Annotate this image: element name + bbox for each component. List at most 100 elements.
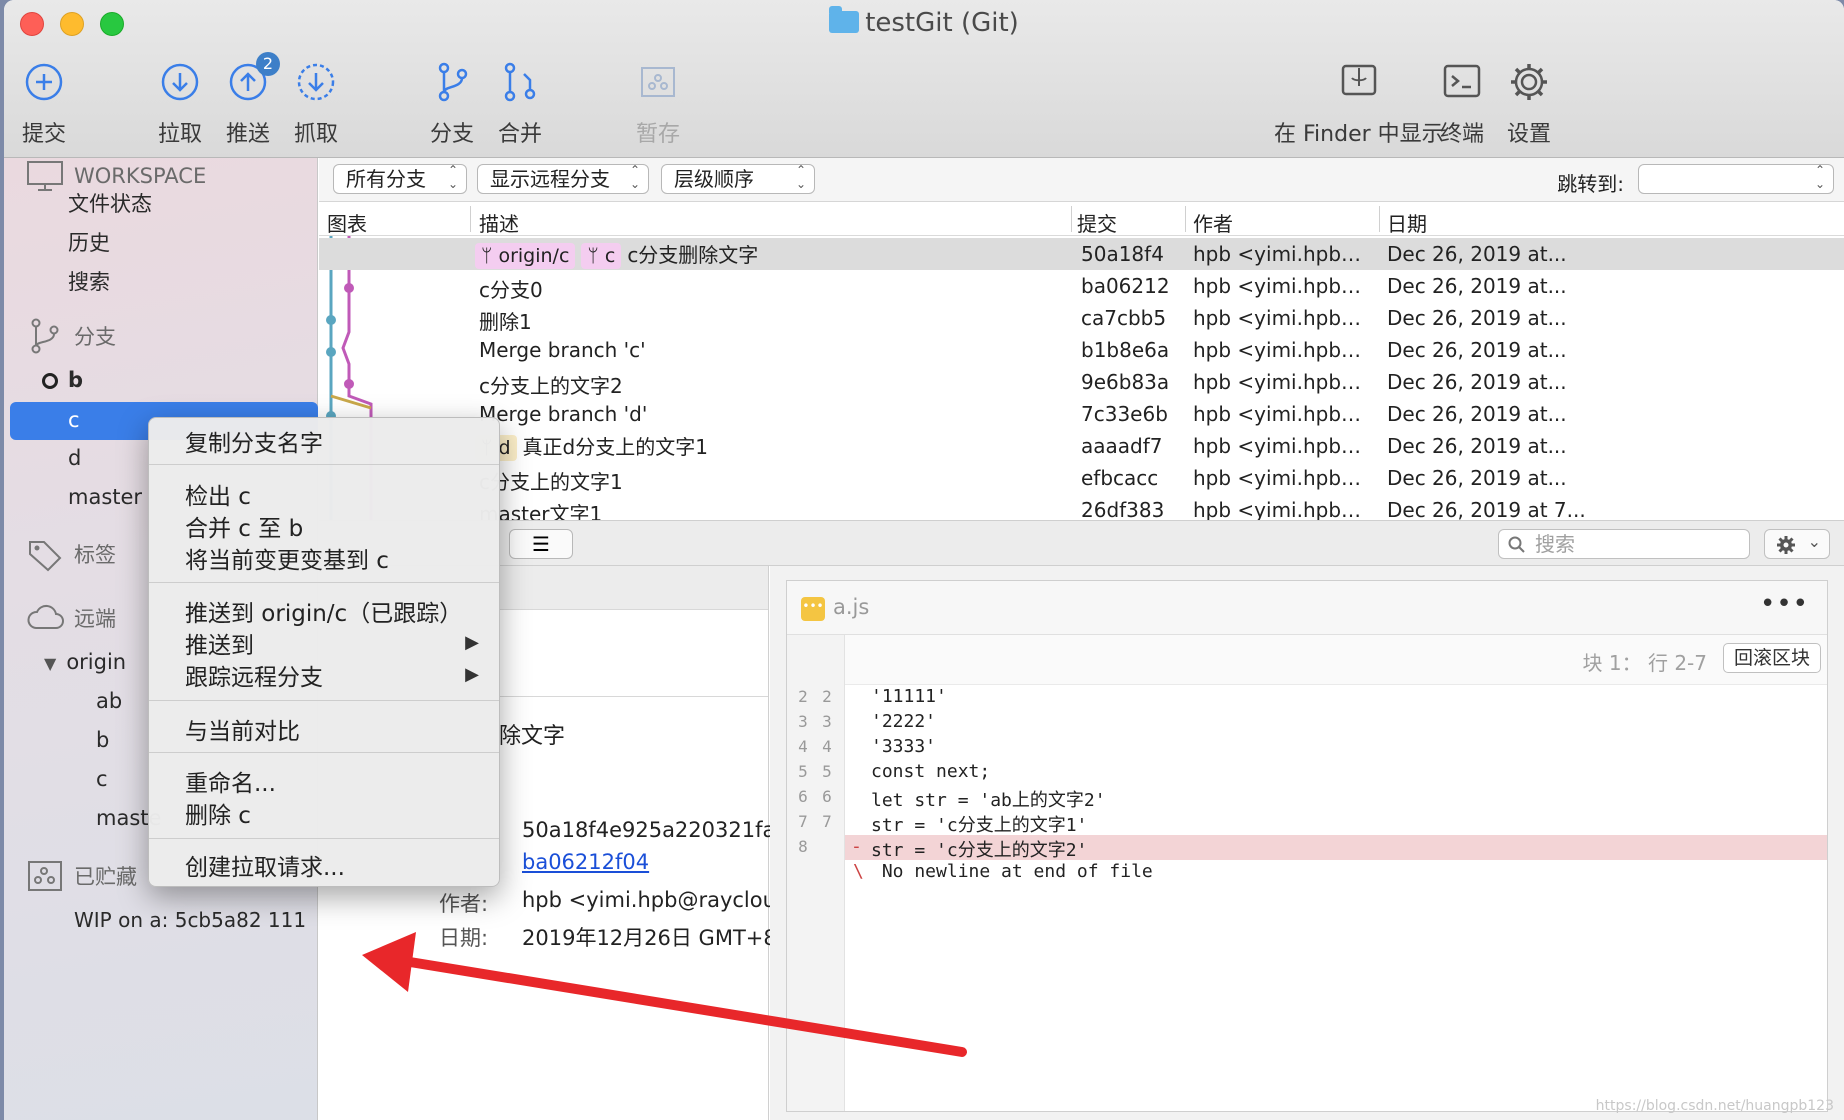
- order-select[interactable]: 层级顺序: [661, 163, 815, 194]
- gear-icon: [1507, 60, 1551, 104]
- commit-message: 除文字: [499, 724, 566, 749]
- commit-row[interactable]: c分支上的文字1 efbcacc hpb <yimi.hpb@ra... Dec…: [319, 462, 1844, 494]
- search-input[interactable]: 搜索: [1498, 529, 1750, 559]
- stashes-header[interactable]: 已贮藏: [26, 856, 137, 896]
- remote-branch-c[interactable]: c: [96, 767, 108, 791]
- monitor-icon: [27, 161, 63, 191]
- menu-separator: [149, 700, 499, 701]
- parent-commit-link[interactable]: ba06212f04: [522, 850, 649, 874]
- options-button[interactable]: ⌄: [1764, 529, 1830, 559]
- col-desc[interactable]: 描述: [479, 208, 519, 237]
- menu-item-track-remote[interactable]: 跟踪远程分支: [185, 658, 323, 692]
- remote-origin[interactable]: ▼ origin: [44, 650, 126, 674]
- more-options-icon[interactable]: •••: [1760, 589, 1809, 619]
- branch-label: 分支: [430, 122, 475, 147]
- branch-tag: ᛘ origin/c: [475, 243, 576, 269]
- commit-button[interactable]: 提交: [22, 60, 66, 148]
- stash-item[interactable]: WIP on a: 5cb5a82 111: [74, 908, 306, 932]
- menu-item-push-tracked[interactable]: 推送到 origin/c（已跟踪）: [185, 594, 462, 628]
- branch-filter-select[interactable]: 所有分支: [333, 163, 467, 194]
- menu-item-delete[interactable]: 删除 c: [185, 796, 251, 830]
- code-line: 7 7 str = 'c分支上的文字1': [787, 810, 1827, 836]
- col-graph[interactable]: 图表: [327, 208, 367, 237]
- menu-item-merge[interactable]: 合并 c 至 b: [185, 509, 303, 543]
- tag-origin-c: origin/c: [498, 245, 570, 267]
- remote-branch-ab[interactable]: ab: [96, 689, 122, 713]
- merge-button[interactable]: 合并: [498, 60, 542, 148]
- code-line: 4 4 '3333': [787, 735, 1827, 760]
- commit-row[interactable]: c分支0 ba06212 hpb <yimi.hpb@ra... Dec 26,…: [319, 270, 1844, 302]
- col-commit[interactable]: 提交: [1077, 208, 1117, 237]
- menu-item-rename[interactable]: 重命名...: [185, 764, 276, 798]
- commit-row[interactable]: Merge branch 'c' b1b8e6a hpb <yimi.hpb@r…: [319, 334, 1844, 366]
- sidebar-branch-b[interactable]: b: [68, 368, 83, 392]
- remote-filter-select[interactable]: 显示远程分支: [477, 163, 649, 194]
- sidebar-item-search[interactable]: 搜索: [68, 266, 110, 296]
- code-text: let str = 'ab上的文字2': [871, 790, 1106, 811]
- author-label: 作者:: [439, 892, 489, 916]
- branches-header[interactable]: 分支: [26, 316, 116, 356]
- commit-row[interactable]: 删除1 ca7cbb5 hpb <yimi.hpb@ra... Dec 26, …: [319, 302, 1844, 334]
- commit-date: Dec 26, 2019 at...: [1387, 370, 1567, 394]
- menu-item-checkout[interactable]: 检出 c: [185, 477, 251, 511]
- old-line-number: 7: [798, 812, 808, 831]
- stash-button[interactable]: 暂存: [636, 60, 680, 148]
- code-text: '11111': [871, 686, 947, 707]
- commit-row[interactable]: Merge branch 'd' 7c33e6b hpb <yimi.hpb@r…: [319, 398, 1844, 430]
- remote-branch-b[interactable]: b: [96, 728, 109, 752]
- commit-label: 提交: [22, 122, 67, 147]
- commit-row[interactable]: c分支上的文字2 9e6b83a hpb <yimi.hpb@ra... Dec…: [319, 366, 1844, 398]
- finder-label: 在 Finder 中显示: [1274, 122, 1444, 147]
- sidebar-item-history[interactable]: 历史: [68, 227, 110, 257]
- toolbar: testGit (Git) 提交 拉取 2 推送 抓取 分支 合并 暂存 在 F…: [4, 0, 1844, 158]
- jump-to-select[interactable]: [1638, 163, 1834, 194]
- commit-date: Dec 26, 2019 at...: [1387, 274, 1567, 298]
- list-view-button[interactable]: ☰: [509, 529, 573, 559]
- menu-item-create-pull-request[interactable]: 创建拉取请求...: [185, 848, 345, 882]
- commit-full-hash: 50a18f4e925a220321fae: [522, 818, 789, 842]
- col-divider[interactable]: [1379, 206, 1380, 232]
- menu-item-rebase[interactable]: 将当前变更变基到 c: [185, 541, 389, 575]
- sidebar-branch-master[interactable]: master: [68, 485, 142, 509]
- commit-desc: c分支0: [479, 278, 543, 302]
- col-divider[interactable]: [470, 206, 471, 232]
- show-in-finder-button[interactable]: 在 Finder 中显示: [1274, 60, 1444, 148]
- disclosure-triangle-icon[interactable]: ▼: [44, 654, 56, 673]
- merge-label: 合并: [498, 122, 543, 147]
- fetch-button[interactable]: 抓取: [294, 60, 338, 148]
- commit-row[interactable]: ᛘ d真正d分支上的文字1 aaaadf7 hpb <yimi.hpb@ra..…: [319, 430, 1844, 462]
- sidebar-branch-d[interactable]: d: [68, 446, 81, 470]
- settings-button[interactable]: 设置: [1507, 60, 1551, 148]
- commit-author: hpb <yimi.hpb@ra...: [1193, 242, 1377, 266]
- col-divider[interactable]: [1185, 206, 1186, 232]
- commit-row[interactable]: ᛘ origin/c ᛘ c c分支删除文字 50a18f4 hpb <yimi.h…: [319, 238, 1844, 270]
- commit-author: hpb <yimi.hpb@ra...: [1193, 338, 1377, 362]
- revert-hunk-button[interactable]: 回滚区块: [1722, 643, 1821, 673]
- remotes-header[interactable]: 远端: [26, 598, 116, 638]
- col-date[interactable]: 日期: [1387, 208, 1427, 237]
- branch-button[interactable]: 分支: [430, 60, 474, 148]
- commit-author: hpb <yimi.hpb@ra...: [1193, 498, 1377, 520]
- sidebar-item-file-status[interactable]: 文件状态: [68, 188, 152, 218]
- push-count-badge: 2: [256, 52, 280, 76]
- branch-tag: ᛘ c: [581, 243, 622, 269]
- commit-author: hpb <yimi.hpb@ra...: [1193, 274, 1377, 298]
- backslash-marker: \: [853, 861, 864, 882]
- file-name: a.js: [833, 595, 870, 619]
- menu-separator: [149, 464, 499, 465]
- commit-author: hpb <yimi.hpb@ra...: [1193, 402, 1377, 426]
- tags-header[interactable]: 标签: [26, 534, 116, 574]
- commit-hash: 26df383: [1081, 498, 1165, 520]
- pull-button[interactable]: 拉取: [158, 60, 202, 148]
- commit-date: Dec 26, 2019 at...: [1387, 402, 1567, 426]
- push-button[interactable]: 2 推送: [226, 52, 280, 148]
- commit-row[interactable]: master文字1 26df383 hpb <yimi.hpb@ra... De…: [319, 494, 1844, 520]
- submenu-arrow-icon: ▶: [465, 632, 479, 653]
- terminal-button[interactable]: 终端: [1440, 60, 1484, 148]
- col-divider[interactable]: [1071, 206, 1072, 232]
- menu-item-compare[interactable]: 与当前对比: [185, 712, 300, 746]
- menu-item-push-to[interactable]: 推送到: [185, 626, 254, 660]
- col-author[interactable]: 作者: [1193, 208, 1233, 237]
- menu-item-copy-branch-name[interactable]: 复制分支名字: [185, 424, 323, 458]
- new-line-number: 5: [822, 762, 832, 781]
